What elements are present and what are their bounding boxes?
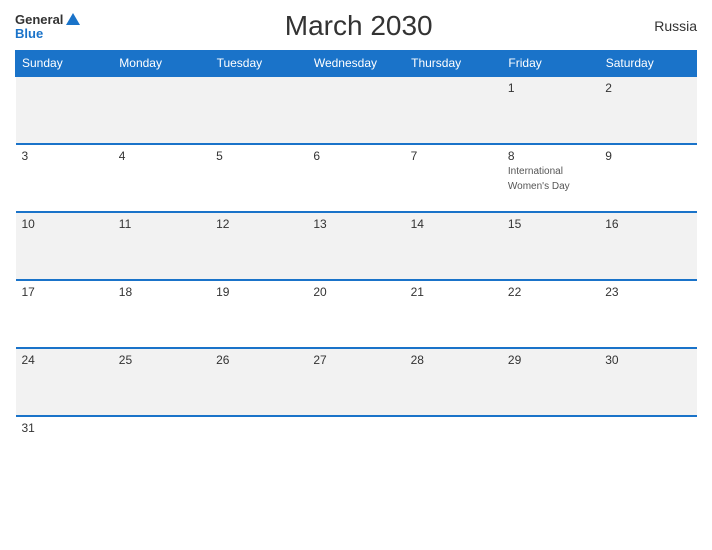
day-number: 17 — [22, 285, 107, 299]
day-number: 20 — [313, 285, 398, 299]
calendar-cell: 12 — [210, 212, 307, 280]
weekday-header-row: SundayMondayTuesdayWednesdayThursdayFrid… — [16, 51, 697, 77]
calendar-cell: 30 — [599, 348, 696, 416]
calendar-cell: 14 — [405, 212, 502, 280]
day-number: 6 — [313, 149, 398, 163]
calendar-cell: 24 — [16, 348, 113, 416]
day-number: 10 — [22, 217, 107, 231]
day-number: 24 — [22, 353, 107, 367]
calendar-cell — [210, 76, 307, 144]
calendar-table: SundayMondayTuesdayWednesdayThursdayFrid… — [15, 50, 697, 484]
calendar-cell: 13 — [307, 212, 404, 280]
calendar-cell: 31 — [16, 416, 113, 484]
calendar-week-row: 17 18 19 20 21 22 23 — [16, 280, 697, 348]
calendar-week-row: 31 — [16, 416, 697, 484]
calendar-cell — [307, 76, 404, 144]
calendar-cell: 26 — [210, 348, 307, 416]
day-number: 29 — [508, 353, 593, 367]
day-number: 16 — [605, 217, 690, 231]
header: General Blue March 2030 Russia — [15, 10, 697, 42]
calendar-cell: 20 — [307, 280, 404, 348]
calendar-body: 12345678International Women's Day9101112… — [16, 76, 697, 484]
day-number: 22 — [508, 285, 593, 299]
calendar-cell: 7 — [405, 144, 502, 212]
day-number: 26 — [216, 353, 301, 367]
calendar-cell — [599, 416, 696, 484]
calendar-cell: 1 — [502, 76, 599, 144]
weekday-header-friday: Friday — [502, 51, 599, 77]
logo-general-text: General — [15, 13, 63, 26]
day-number: 3 — [22, 149, 107, 163]
calendar-cell: 8 International Women's Day — [502, 144, 599, 212]
weekday-header-tuesday: Tuesday — [210, 51, 307, 77]
calendar-cell: 4 — [113, 144, 210, 212]
calendar-cell: 21 — [405, 280, 502, 348]
day-number: 7 — [411, 149, 496, 163]
day-number: 30 — [605, 353, 690, 367]
day-number: 27 — [313, 353, 398, 367]
weekday-header-sunday: Sunday — [16, 51, 113, 77]
day-number: 5 — [216, 149, 301, 163]
country-label: Russia — [637, 18, 697, 34]
calendar-cell: 17 — [16, 280, 113, 348]
weekday-header-monday: Monday — [113, 51, 210, 77]
weekday-header-wednesday: Wednesday — [307, 51, 404, 77]
calendar-week-row: 345678 International Women's Day 9 — [16, 144, 697, 212]
day-number: 25 — [119, 353, 204, 367]
day-number: 8 — [508, 149, 593, 163]
logo-triangle-icon — [66, 13, 80, 25]
calendar-cell: 25 — [113, 348, 210, 416]
day-number: 19 — [216, 285, 301, 299]
day-number: 11 — [119, 217, 204, 231]
logo-blue-text: Blue — [15, 27, 43, 40]
calendar-cell — [16, 76, 113, 144]
calendar-cell — [405, 416, 502, 484]
logo: General Blue — [15, 13, 80, 40]
weekday-header-thursday: Thursday — [405, 51, 502, 77]
day-event: International Women's Day — [508, 166, 570, 192]
calendar-cell — [502, 416, 599, 484]
calendar-cell: 10 — [16, 212, 113, 280]
calendar-cell: 15 — [502, 212, 599, 280]
calendar-cell: 16 — [599, 212, 696, 280]
day-number: 21 — [411, 285, 496, 299]
day-number: 9 — [605, 149, 690, 163]
calendar-cell — [113, 416, 210, 484]
calendar-cell — [113, 76, 210, 144]
day-number: 13 — [313, 217, 398, 231]
calendar-cell: 27 — [307, 348, 404, 416]
day-number: 1 — [508, 81, 593, 95]
page: General Blue March 2030 Russia SundayMon… — [0, 0, 712, 550]
calendar-title: March 2030 — [80, 10, 637, 42]
calendar-cell: 3 — [16, 144, 113, 212]
day-number: 18 — [119, 285, 204, 299]
calendar-week-row: 24 25 26 27 28 29 30 — [16, 348, 697, 416]
calendar-cell: 18 — [113, 280, 210, 348]
calendar-cell — [307, 416, 404, 484]
day-number: 23 — [605, 285, 690, 299]
day-number: 15 — [508, 217, 593, 231]
calendar-cell: 23 — [599, 280, 696, 348]
calendar-header: SundayMondayTuesdayWednesdayThursdayFrid… — [16, 51, 697, 77]
calendar-cell: 11 — [113, 212, 210, 280]
calendar-week-row: 10 11 12 13 14 15 16 — [16, 212, 697, 280]
calendar-cell: 22 — [502, 280, 599, 348]
weekday-header-saturday: Saturday — [599, 51, 696, 77]
calendar-cell: 28 — [405, 348, 502, 416]
day-number: 14 — [411, 217, 496, 231]
day-number: 4 — [119, 149, 204, 163]
calendar-cell: 9 — [599, 144, 696, 212]
day-number: 28 — [411, 353, 496, 367]
day-number: 2 — [605, 81, 690, 95]
calendar-week-row: 12 — [16, 76, 697, 144]
calendar-cell — [210, 416, 307, 484]
calendar-cell — [405, 76, 502, 144]
calendar-cell: 5 — [210, 144, 307, 212]
day-number: 31 — [22, 421, 107, 435]
day-number: 12 — [216, 217, 301, 231]
calendar-cell: 2 — [599, 76, 696, 144]
calendar-cell: 6 — [307, 144, 404, 212]
calendar-cell: 29 — [502, 348, 599, 416]
calendar-cell: 19 — [210, 280, 307, 348]
